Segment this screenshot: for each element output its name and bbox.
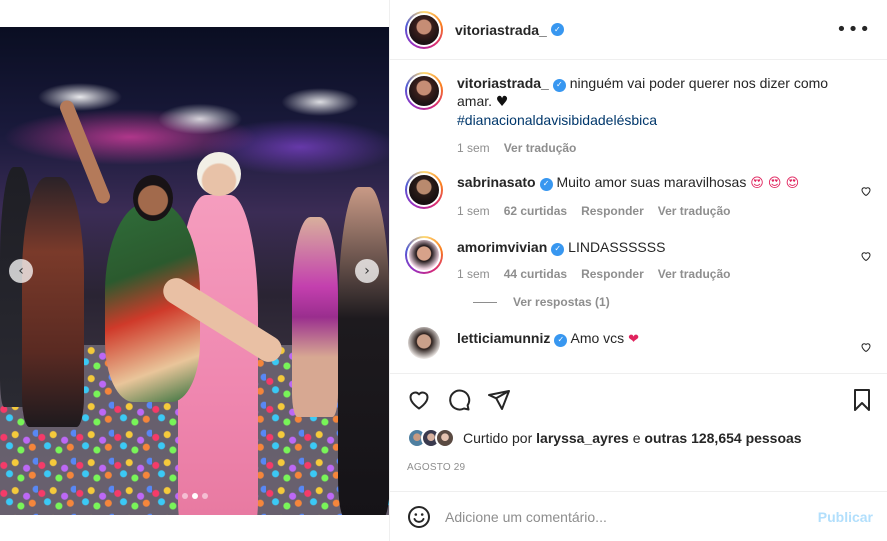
comment-likes[interactable]: 62 curtidas	[504, 202, 567, 220]
chevron-left-icon: ‹	[18, 263, 24, 279]
commenter-avatar[interactable]	[408, 327, 440, 359]
post-panel: vitoriastrada_ ✓ ••• vitoriastrada_ ✓ nin…	[389, 0, 887, 541]
like-comment-heart-icon[interactable]	[860, 250, 872, 262]
carousel-dot	[181, 493, 188, 499]
comments-list[interactable]: vitoriastrada_ ✓ ninguém vai poder querer…	[390, 60, 887, 374]
caption-time: 1 sem	[457, 141, 490, 155]
commenter-avatar[interactable]	[405, 236, 443, 274]
red-heart-emoji: ❤	[628, 332, 639, 347]
chevron-right-icon: ›	[364, 263, 370, 279]
verified-badge-icon: ✓	[551, 242, 565, 256]
commenter-avatar[interactable]	[405, 171, 443, 209]
like-comment-heart-icon[interactable]	[860, 341, 872, 353]
photo-head	[197, 152, 241, 196]
post-actions	[407, 382, 873, 418]
comment-input[interactable]	[445, 508, 818, 525]
comment-username[interactable]: amorimvivian	[457, 239, 547, 255]
comment-likes[interactable]: 44 curtidas	[504, 265, 567, 283]
caption-hashtag[interactable]: #dianacionaldavisibidadelésbica	[457, 111, 852, 129]
comment-text: LINDASSSSSS	[568, 239, 666, 255]
carousel-dot-active	[191, 493, 198, 499]
translate-link[interactable]: Ver tradução	[504, 139, 577, 157]
emoji-smiley-icon[interactable]	[407, 505, 431, 529]
comment-username[interactable]: sabrinasato	[457, 174, 536, 190]
liked-by-others[interactable]: outras 128,654 pessoas	[644, 430, 801, 446]
comment-time: 1 sem	[457, 267, 490, 281]
comment-item: sabrinasato ✓ Muito amor suas maravilhosa…	[405, 171, 872, 220]
liked-by: Curtido por laryssa_ayres e outras 128,6…	[407, 428, 802, 448]
author-avatar[interactable]	[405, 10, 443, 49]
verified-badge-icon: ✓	[539, 177, 553, 191]
carousel-dots	[0, 493, 389, 499]
view-replies-button[interactable]: Ver respostas (1)	[473, 295, 872, 309]
comment-item: amorimvivian ✓ LINDASSSSSS 1 sem 44 curti…	[405, 236, 872, 283]
comment-text: Muito amor suas maravilhosas	[556, 174, 747, 190]
verified-badge-icon: ✓	[554, 333, 568, 347]
add-comment-bar: Publicar	[390, 491, 887, 541]
carousel-next-button[interactable]: ›	[355, 259, 379, 283]
comment-item: letticiamunniz ✓ Amo vcs ❤	[405, 327, 872, 359]
author-avatar[interactable]	[405, 72, 443, 110]
author-username[interactable]: vitoriastrada_	[455, 22, 547, 38]
like-heart-icon[interactable]	[407, 388, 431, 412]
reply-button[interactable]: Responder	[581, 202, 644, 220]
reply-button[interactable]: Responder	[581, 265, 644, 283]
comment-username[interactable]: letticiamunniz	[457, 330, 550, 346]
verified-badge-icon: ✓	[552, 78, 566, 92]
translate-link[interactable]: Ver tradução	[658, 265, 731, 283]
caption-username[interactable]: vitoriastrada_	[457, 75, 549, 91]
translate-link[interactable]: Ver tradução	[658, 202, 731, 220]
heart-eyes-emoji: 😍 😍 😍	[750, 176, 800, 191]
post-date[interactable]: AGOSTO 29	[407, 462, 465, 473]
share-paper-plane-icon[interactable]	[487, 388, 511, 412]
publish-button[interactable]: Publicar	[818, 509, 873, 525]
save-bookmark-icon[interactable]	[851, 388, 873, 412]
liked-by-user[interactable]: laryssa_ayres	[536, 430, 629, 446]
liked-by-prefix: Curtido por	[463, 430, 533, 446]
photo-figure	[338, 187, 389, 515]
comment-time: 1 sem	[457, 204, 490, 218]
comment-text: Amo vcs	[570, 330, 625, 346]
carousel-dot	[201, 493, 208, 499]
liked-by-avatars[interactable]	[407, 428, 455, 448]
liker-avatar	[435, 428, 455, 448]
post-media: ‹ ›	[0, 0, 389, 541]
carousel-prev-button[interactable]: ‹	[9, 259, 33, 283]
like-comment-heart-icon[interactable]	[860, 185, 872, 197]
more-options-icon[interactable]: •••	[836, 19, 871, 40]
photo-figure	[22, 177, 84, 427]
post-header: vitoriastrada_ ✓ •••	[390, 0, 887, 60]
comment-bubble-icon[interactable]	[447, 388, 471, 412]
post-photo[interactable]	[0, 27, 389, 515]
verified-badge-icon: ✓	[550, 23, 564, 36]
photo-head	[133, 175, 173, 221]
replies-divider	[473, 301, 497, 303]
black-heart-icon: ♥	[495, 94, 509, 110]
view-replies-label: Ver respostas (1)	[513, 295, 610, 309]
photo-figure	[292, 217, 338, 417]
caption: vitoriastrada_ ✓ ninguém vai poder querer…	[405, 72, 872, 157]
liked-by-conjunction: e	[632, 430, 641, 446]
